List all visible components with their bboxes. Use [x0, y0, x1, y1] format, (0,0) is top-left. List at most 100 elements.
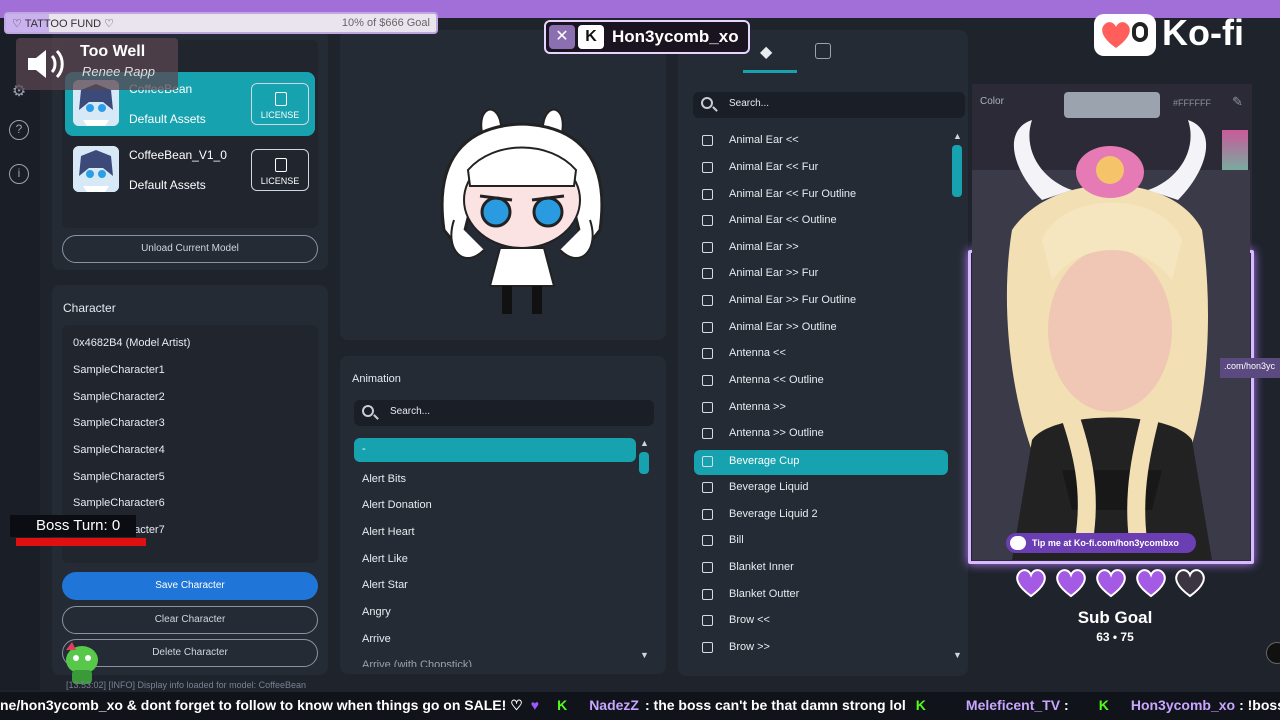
part-checkbox[interactable] — [702, 562, 713, 573]
part-checkbox[interactable] — [702, 615, 713, 626]
part-checkbox[interactable] — [702, 375, 713, 386]
help-icon[interactable]: ? — [9, 120, 29, 140]
unload-model-button[interactable]: Unload Current Model — [62, 235, 318, 263]
clear-character-button[interactable]: Clear Character — [62, 606, 318, 634]
animation-item-selected[interactable]: - — [354, 438, 636, 462]
part-row[interactable]: Animal Ear << — [694, 129, 948, 153]
heart-icon: ♥ — [530, 697, 540, 713]
part-checkbox[interactable] — [702, 268, 713, 279]
part-row-selected[interactable]: Beverage Cup — [694, 450, 948, 475]
part-checkbox[interactable] — [702, 215, 713, 226]
part-row[interactable]: Animal Ear << Fur Outline — [694, 183, 948, 207]
save-character-button[interactable]: Save Character — [62, 572, 318, 600]
part-row[interactable]: Blanket Inner — [694, 556, 948, 580]
part-checkbox[interactable] — [702, 189, 713, 200]
part-label: Animal Ear << Fur — [729, 161, 819, 173]
part-row[interactable]: Animal Ear >> Fur — [694, 262, 948, 286]
paint-bucket-icon[interactable]: ◆ — [760, 42, 772, 62]
parts-scrollbar[interactable] — [952, 145, 962, 197]
animation-item[interactable]: Alert Heart — [362, 526, 415, 538]
part-row[interactable]: Antenna >> — [694, 396, 948, 420]
part-checkbox[interactable] — [702, 402, 713, 413]
character-item[interactable]: SampleCharacter2 — [73, 391, 165, 403]
part-checkbox[interactable] — [702, 348, 713, 359]
animation-item[interactable]: Angry — [362, 606, 391, 618]
part-label: Antenna << — [729, 347, 786, 359]
part-row[interactable]: Antenna >> Outline — [694, 422, 948, 446]
boss-health-bar — [16, 538, 146, 546]
avatar-preview — [424, 100, 620, 320]
animation-item[interactable]: Alert Like — [362, 553, 408, 565]
part-checkbox[interactable] — [702, 295, 713, 306]
character-title: Character — [63, 301, 116, 315]
kick-badge-icon: K — [1098, 697, 1109, 713]
character-item[interactable]: SampleCharacter4 — [73, 444, 165, 456]
goal-overlay: ♡ TATTOO FUND ♡ 10% of $666 Goal — [4, 12, 438, 34]
heart-filled-icon — [1055, 568, 1087, 598]
part-label: Blanket Inner — [729, 561, 794, 573]
character-item[interactable]: SampleCharacter3 — [73, 417, 165, 429]
part-checkbox[interactable] — [702, 456, 713, 467]
kofi-logo-text: Ko-fi — [1162, 12, 1244, 53]
animation-search-input[interactable]: Search... — [354, 400, 654, 426]
parts-search-input[interactable]: Search... — [693, 92, 965, 118]
kofi-tip-text: Tip me at Ko-fi.com/hon3ycombxo — [1032, 538, 1179, 548]
part-checkbox[interactable] — [702, 135, 713, 146]
license-icon — [275, 92, 287, 106]
part-row[interactable]: Brow >> — [694, 636, 948, 660]
model-row-coffeebean-v1[interactable]: CoffeeBean_V1_0 Default Assets LICENSE — [65, 138, 315, 202]
part-row[interactable]: Antenna << Outline — [694, 369, 948, 393]
part-row[interactable]: Animal Ear << Outline — [694, 209, 948, 233]
part-checkbox[interactable] — [702, 428, 713, 439]
search-placeholder: Search... — [390, 406, 431, 417]
streamer-handle-text: Hon3ycomb_xo — [612, 27, 739, 46]
scroll-up-icon[interactable]: ▲ — [953, 131, 962, 141]
animation-item[interactable]: Arrive — [362, 633, 391, 645]
kick-social-icon: K — [578, 25, 604, 49]
part-checkbox[interactable] — [702, 642, 713, 653]
part-row[interactable]: Animal Ear << Fur — [694, 156, 948, 180]
color-label: Color — [980, 96, 1004, 107]
character-item[interactable]: SampleCharacter1 — [73, 364, 165, 376]
collapse-arrow-icon[interactable] — [1266, 642, 1280, 664]
part-checkbox[interactable] — [702, 482, 713, 493]
license-button[interactable]: LICENSE — [251, 149, 309, 191]
x-social-icon: ✕ — [549, 25, 575, 49]
part-row[interactable]: Bill — [694, 529, 948, 553]
part-checkbox[interactable] — [702, 535, 713, 546]
part-row[interactable]: Antenna << — [694, 342, 948, 366]
kofi-logo-icon — [1094, 14, 1156, 56]
animation-scrollbar[interactable] — [639, 452, 649, 474]
part-checkbox[interactable] — [702, 162, 713, 173]
part-row[interactable]: Beverage Liquid — [694, 476, 948, 500]
animation-item[interactable]: Arrive (with Chopstick) — [362, 659, 472, 667]
license-button[interactable]: LICENSE — [251, 83, 309, 125]
part-checkbox[interactable] — [702, 509, 713, 520]
scroll-down-icon[interactable]: ▼ — [640, 650, 649, 660]
character-item[interactable]: 0x4682B4 (Model Artist) — [73, 337, 190, 349]
info-icon[interactable]: i — [9, 164, 29, 184]
part-row[interactable]: Brow << — [694, 609, 948, 633]
part-label: Animal Ear << — [729, 134, 799, 146]
part-label: Beverage Liquid 2 — [729, 508, 818, 520]
part-row[interactable]: Animal Ear >> — [694, 236, 948, 260]
part-checkbox[interactable] — [702, 322, 713, 333]
animation-item[interactable]: Alert Donation — [362, 499, 432, 511]
part-row[interactable]: Animal Ear >> Fur Outline — [694, 289, 948, 313]
part-label: Brow >> — [729, 641, 770, 653]
part-label: Blanket Outter — [729, 588, 800, 600]
animation-item[interactable]: Alert Star — [362, 579, 408, 591]
eyedropper-icon[interactable]: ✎ — [1232, 94, 1243, 110]
part-row[interactable]: Animal Ear >> Outline — [694, 316, 948, 340]
part-checkbox[interactable] — [702, 589, 713, 600]
part-checkbox[interactable] — [702, 242, 713, 253]
character-item[interactable]: SampleCharacter5 — [73, 471, 165, 483]
layers-icon[interactable] — [815, 43, 831, 59]
scroll-down-icon[interactable]: ▼ — [953, 650, 962, 660]
scroll-up-icon[interactable]: ▲ — [640, 438, 649, 448]
color-hex[interactable]: #FFFFFF — [1173, 98, 1211, 108]
animation-item[interactable]: Alert Bits — [362, 473, 406, 485]
character-item[interactable]: SampleCharacter6 — [73, 497, 165, 509]
part-row[interactable]: Beverage Liquid 2 — [694, 503, 948, 527]
part-row[interactable]: Blanket Outter — [694, 583, 948, 607]
